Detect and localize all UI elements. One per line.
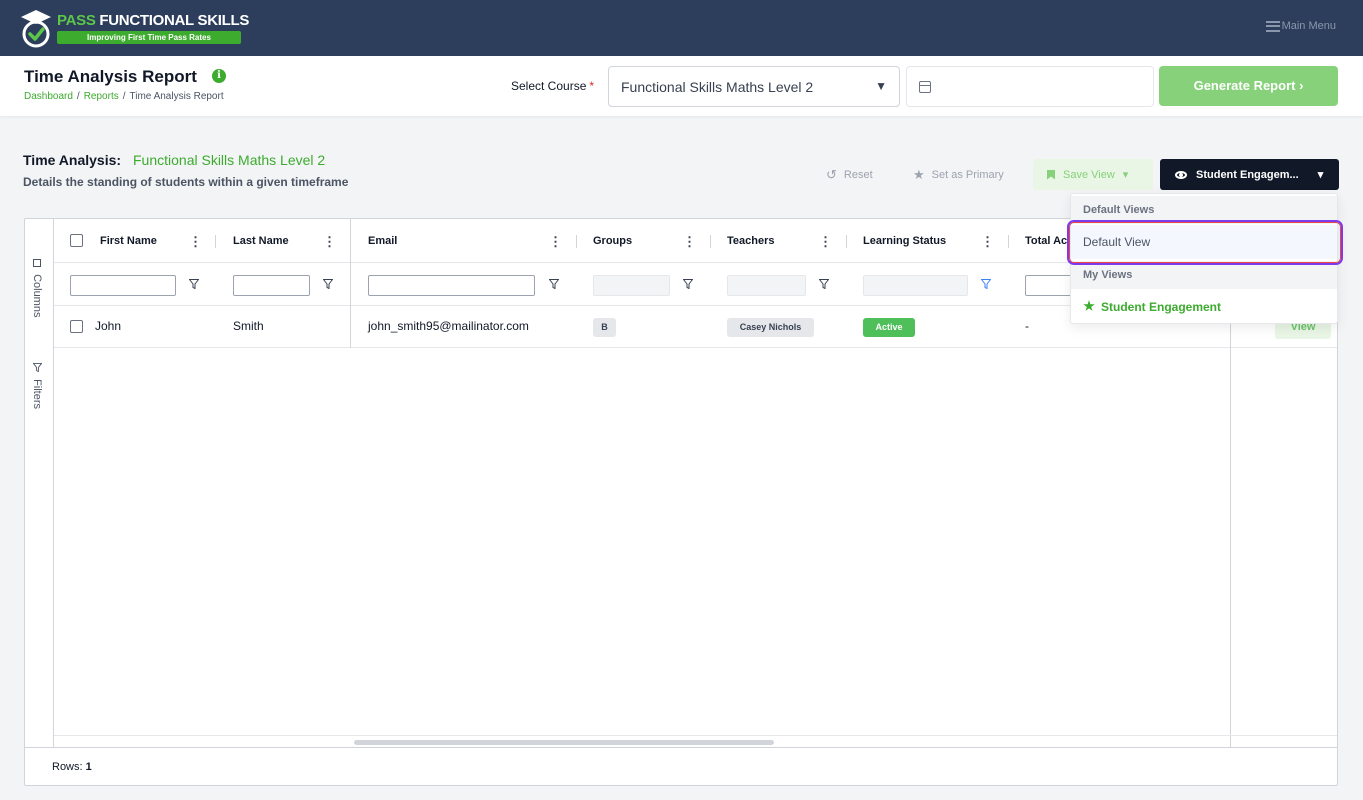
course-select[interactable]: Functional Skills Maths Level 2 ▼ — [608, 66, 900, 107]
breadcrumb-dashboard[interactable]: Dashboard — [24, 91, 73, 102]
groups-filter-input[interactable] — [593, 275, 670, 296]
column-header-last-name[interactable]: Last Name — [233, 235, 289, 247]
info-icon[interactable]: i — [212, 69, 226, 83]
section-label: Time Analysis: — [23, 152, 122, 168]
reset-label: Reset — [843, 169, 873, 181]
view-dropdown-menu: Default Views Default View My Views Stud… — [1067, 193, 1343, 324]
teacher-badge: Casey Nichols — [727, 318, 814, 337]
graduation-cap-check-icon — [21, 10, 51, 48]
column-menu-icon[interactable]: ⋮ — [189, 234, 202, 250]
star-icon: ★ — [913, 167, 925, 182]
course-select-value: Functional Skills Maths Level 2 — [621, 79, 814, 95]
group-badge: B — [593, 318, 616, 337]
column-divider — [1008, 235, 1009, 248]
dropdown-item-student-engagement[interactable]: Student Engagement — [1071, 290, 1337, 324]
caret-down-icon: ▼ — [875, 79, 887, 93]
row-count: Rows: 1 — [52, 761, 92, 773]
first-name-filter-input[interactable] — [70, 275, 176, 296]
horizontal-scrollbar[interactable] — [54, 735, 1337, 747]
bookmark-icon — [1047, 169, 1055, 180]
funnel-icon-active[interactable] — [981, 279, 991, 289]
date-range-input[interactable] — [906, 66, 1154, 107]
reset-icon: ↺ — [826, 167, 837, 182]
breadcrumb-current: Time Analysis Report — [129, 91, 224, 102]
last-name-filter-input[interactable] — [233, 275, 310, 296]
section-course-name: Functional Skills Maths Level 2 — [133, 152, 326, 168]
column-header-first-name[interactable]: First Name — [100, 235, 157, 247]
select-all-checkbox[interactable] — [70, 234, 83, 247]
reset-button[interactable]: ↺ Reset — [826, 167, 873, 183]
view-selector-button[interactable]: Student Engagem... ▾ — [1160, 159, 1339, 190]
breadcrumb: Dashboard / Reports / Time Analysis Report — [24, 91, 224, 102]
page-title: Time Analysis Report — [24, 67, 197, 86]
cell-first-name: John — [95, 319, 122, 333]
brand-tagline: Improving First Time Pass Rates — [57, 31, 241, 44]
columns-icon — [33, 259, 41, 267]
column-divider — [215, 235, 216, 248]
select-course-label: Select Course * — [511, 79, 595, 93]
column-header-total-activity[interactable]: Total Ac — [1025, 235, 1067, 247]
grid-footer: Rows: 1 — [25, 747, 1337, 785]
save-view-button[interactable]: Save View ▾ — [1033, 159, 1153, 190]
funnel-icon[interactable] — [683, 279, 693, 289]
breadcrumb-reports[interactable]: Reports — [84, 91, 119, 102]
section-description: Details the standing of students within … — [23, 175, 349, 189]
column-menu-icon[interactable]: ⋮ — [549, 234, 562, 250]
required-asterisk: * — [589, 79, 595, 93]
cell-total-activity: - — [1025, 319, 1029, 333]
column-menu-icon[interactable]: ⋮ — [819, 234, 832, 250]
funnel-icon[interactable] — [189, 279, 199, 289]
column-menu-icon[interactable]: ⋮ — [323, 234, 336, 250]
columns-panel-tab[interactable]: Columns — [31, 259, 43, 317]
learning-status-filter-input[interactable] — [863, 275, 968, 296]
eye-icon — [1175, 170, 1187, 179]
status-badge: Active — [863, 318, 915, 337]
teachers-filter-input[interactable] — [727, 275, 806, 296]
calendar-icon — [919, 81, 931, 93]
dropdown-group-my-views: My Views — [1071, 261, 1337, 289]
page-header: Time Analysis Report i Dashboard / Reports… — [0, 56, 1363, 116]
breadcrumb-separator: / — [122, 91, 126, 102]
column-menu-icon[interactable]: ⋮ — [981, 234, 994, 250]
grid-side-panel: Columns Filters — [25, 219, 54, 747]
column-divider — [710, 235, 711, 248]
funnel-icon — [32, 363, 42, 373]
star-icon — [1083, 300, 1095, 311]
column-header-learning-status[interactable]: Learning Status — [863, 235, 946, 247]
scrollbar-thumb[interactable] — [354, 740, 774, 745]
filters-panel-tab[interactable]: Filters — [31, 363, 43, 409]
funnel-icon[interactable] — [323, 279, 333, 289]
brand-title: PASS FUNCTIONAL SKILLS — [57, 12, 250, 29]
top-nav-bar: PASS FUNCTIONAL SKILLS Improving First T… — [0, 0, 1363, 56]
row-checkbox[interactable] — [70, 320, 83, 333]
column-divider — [576, 235, 577, 248]
dropdown-group-default-views: Default Views — [1071, 196, 1337, 224]
filters-tab-label: Filters — [31, 379, 43, 410]
chevron-down-icon: ▾ — [1317, 169, 1324, 181]
dropdown-item-default-view[interactable]: Default View — [1071, 225, 1337, 259]
column-header-email[interactable]: Email — [368, 235, 397, 247]
breadcrumb-separator: / — [76, 91, 80, 102]
save-view-label: Save View — [1063, 168, 1115, 181]
column-menu-icon[interactable]: ⋮ — [683, 234, 696, 250]
cell-email: john_smith95@mailinator.com — [368, 319, 529, 333]
funnel-icon[interactable] — [549, 279, 559, 289]
brand-logo[interactable]: PASS FUNCTIONAL SKILLS Improving First T… — [20, 9, 260, 49]
set-primary-button[interactable]: ★ Set as Primary — [913, 167, 1004, 183]
column-divider — [846, 235, 847, 248]
columns-tab-label: Columns — [31, 274, 43, 318]
hamburger-icon — [1265, 20, 1280, 32]
email-filter-input[interactable] — [368, 275, 535, 296]
column-header-groups[interactable]: Groups — [593, 235, 632, 247]
chevron-down-icon: ▾ — [1122, 169, 1129, 181]
set-primary-label: Set as Primary — [931, 169, 1004, 181]
cell-last-name: Smith — [233, 319, 264, 333]
funnel-icon[interactable] — [819, 279, 829, 289]
generate-report-button[interactable]: Generate Report › — [1159, 66, 1338, 106]
main-menu-button[interactable]: Main Menu — [1265, 20, 1336, 32]
view-selector-label: Student Engagem... — [1196, 168, 1299, 181]
main-menu-label: Main Menu — [1281, 20, 1336, 32]
pinned-column-divider — [350, 219, 351, 348]
column-header-teachers[interactable]: Teachers — [727, 235, 775, 247]
